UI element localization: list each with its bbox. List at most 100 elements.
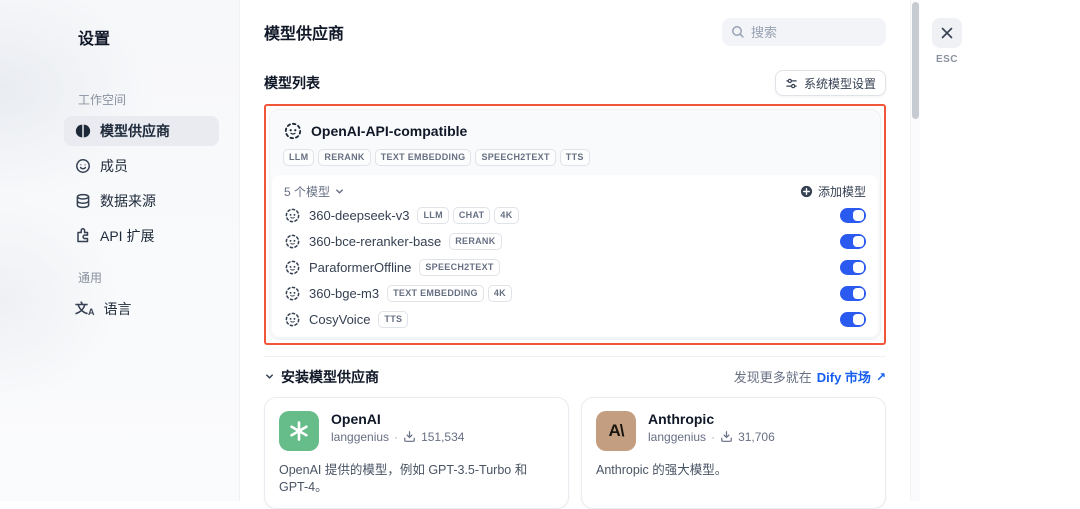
dashed-circle-face-icon [284, 259, 301, 276]
openai-logo-icon [279, 410, 319, 451]
sidebar-item-label: 模型供应商 [100, 123, 170, 139]
data-source-icon [75, 193, 91, 209]
model-list-header: 模型列表 系统模型设置 [264, 70, 886, 96]
model-row: ParaformerOffline SPEECH2TEXT [272, 255, 878, 281]
scrollbar-thumb[interactable] [912, 2, 919, 119]
model-badge: SPEECH2TEXT [419, 259, 500, 277]
publisher: langgenius [648, 429, 707, 444]
language-icon: 文A [75, 300, 95, 317]
model-name: 360-bge-m3 [309, 286, 380, 302]
model-row: CosyVoice TTS [272, 307, 878, 333]
installed-providers-toggle[interactable]: 安装模型供应商 [264, 367, 379, 387]
settings-title: 设置 [78, 31, 111, 48]
modal-right-rail: ESC [920, 0, 1080, 501]
model-providers-panel: 模型供应商 模型列表 系统模型设置 [240, 0, 910, 509]
highlight-annotation-box: OpenAI-API-compatible LLM RERANK TEXT EM… [264, 104, 886, 345]
dashed-circle-face-icon [284, 233, 301, 250]
download-icon [403, 430, 416, 443]
close-button[interactable] [932, 18, 962, 48]
sidebar-item-label: API 扩展 [100, 228, 155, 244]
provider-name: OpenAI-API-compatible [311, 123, 468, 139]
model-badge: 4K [487, 285, 512, 303]
plugin-name: OpenAI [331, 410, 381, 427]
provider-capability-tags: LLM RERANK TEXT EMBEDDING SPEECH2TEXT TT… [283, 149, 867, 166]
sidebar-item-model-providers[interactable]: 模型供应商 [64, 116, 219, 146]
model-enabled-toggle[interactable] [840, 260, 866, 276]
model-name: CosyVoice [309, 312, 371, 328]
sidebar-item-label: 语言 [103, 301, 132, 317]
capability-tag: TTS [559, 149, 590, 166]
search-box[interactable] [722, 18, 886, 46]
chevron-down-icon [334, 186, 345, 197]
dify-marketplace-link[interactable]: Dify 市场 [817, 367, 871, 386]
plugin-description: OpenAI 提供的模型，例如 GPT-3.5-Turbo 和 GPT-4。 [279, 462, 528, 494]
installed-providers-header: 安装模型供应商 发现更多就在 Dify 市场 ↗ [264, 367, 886, 387]
model-badge: RERANK [449, 233, 502, 251]
close-icon [940, 26, 954, 40]
sidebar-item-label: 数据来源 [100, 193, 156, 209]
capability-tag: TEXT EMBEDDING [374, 149, 472, 166]
marketplace-card-openai[interactable]: OpenAI langgenius · 151,534 OpenAI 提供的模型… [264, 396, 569, 509]
model-enabled-toggle[interactable] [840, 234, 866, 250]
model-row: 360-deepseek-v3 LLM CHAT 4K [272, 203, 878, 229]
model-enabled-toggle[interactable] [840, 286, 866, 302]
model-provider-icon [75, 123, 91, 139]
model-badge: 4K [494, 207, 519, 225]
capability-tag: SPEECH2TEXT [475, 149, 556, 166]
models-panel: 5 个模型 添加模型 360-deepseek-v3 LLM CHAT 4K 3… [272, 174, 878, 337]
page-header: 模型供应商 [264, 18, 886, 46]
model-name: ParaformerOffline [309, 260, 412, 276]
models-count-toggle[interactable]: 5 个模型 [284, 183, 345, 200]
model-badge: TEXT EMBEDDING [387, 285, 484, 303]
scrollbar-track[interactable] [910, 0, 920, 501]
page-title: 模型供应商 [264, 26, 345, 43]
plus-circle-icon [800, 185, 813, 198]
dashed-circle-face-icon [284, 311, 301, 328]
install-count: 151,534 [421, 429, 465, 444]
marketplace-card-anthropic[interactable]: A\ Anthropic langgenius · 31,706 Anthrop… [581, 396, 886, 509]
dashed-circle-face-icon [284, 207, 301, 224]
model-name: 360-deepseek-v3 [309, 208, 410, 224]
model-badge: CHAT [452, 207, 491, 225]
api-extension-icon [75, 228, 91, 244]
model-badge: LLM [417, 207, 449, 225]
sidebar-item-api-extensions[interactable]: API 扩展 [64, 221, 219, 251]
external-link-icon: ↗ [875, 369, 886, 384]
model-row: 360-bce-reranker-base RERANK [272, 229, 878, 255]
provider-cards-grid: OpenAI langgenius · 151,534 OpenAI 提供的模型… [264, 396, 886, 509]
model-name: 360-bce-reranker-base [309, 234, 442, 250]
capability-tag: LLM [283, 149, 315, 166]
sliders-icon [785, 77, 798, 90]
esc-hint: ESC [935, 54, 959, 65]
model-row: 360-bge-m3 TEXT EMBEDDING 4K [272, 281, 878, 307]
plugin-name: Anthropic [648, 410, 715, 427]
capability-tag: RERANK [318, 149, 371, 166]
provider-card-openai-api-compatible: OpenAI-API-compatible LLM RERANK TEXT EM… [269, 109, 881, 340]
install-count: 31,706 [738, 429, 775, 444]
marketplace-discover: 发现更多就在 Dify 市场 ↗ [734, 367, 886, 386]
publisher: langgenius [331, 429, 390, 444]
download-icon [720, 430, 733, 443]
plugin-description: Anthropic 的强大模型。 [596, 462, 728, 477]
sidebar-item-label: 成员 [100, 158, 128, 174]
settings-sidebar: 设置 工作空间 模型供应商 成员 数据来源 API 扩展 通用 文A 语言 [0, 0, 240, 501]
model-enabled-toggle[interactable] [840, 312, 866, 328]
model-badge: TTS [378, 311, 409, 329]
model-enabled-toggle[interactable] [840, 208, 866, 224]
search-input[interactable] [751, 24, 877, 40]
sidebar-item-data-sources[interactable]: 数据来源 [64, 186, 219, 216]
members-icon [75, 158, 91, 174]
system-model-settings-button[interactable]: 系统模型设置 [774, 70, 886, 96]
search-icon [731, 25, 745, 39]
add-model-button[interactable]: 添加模型 [800, 183, 866, 200]
sidebar-item-language[interactable]: 文A 语言 [64, 294, 219, 324]
dashed-circle-face-icon [283, 121, 303, 141]
sidebar-item-members[interactable]: 成员 [64, 151, 219, 181]
chevron-down-icon [264, 371, 275, 382]
section-divider [264, 355, 886, 357]
sidebar-section-workspace: 工作空间 [78, 93, 127, 107]
sidebar-section-general: 通用 [78, 271, 103, 285]
model-list-title: 模型列表 [264, 75, 320, 91]
anthropic-logo-icon: A\ [596, 410, 636, 451]
dashed-circle-face-icon [284, 285, 301, 302]
